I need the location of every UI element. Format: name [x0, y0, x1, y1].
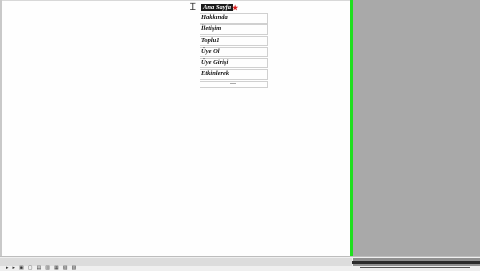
menu-item-home[interactable]: Ana Sayfa ★ — [200, 4, 268, 12]
tool-icon[interactable]: ▧ — [63, 266, 68, 271]
canvas-top-rule — [2, 0, 350, 1]
menu-item-register[interactable]: Üye Ol — [200, 46, 268, 58]
text-cursor-icon: Ɪ — [190, 2, 196, 13]
design-canvas[interactable] — [0, 0, 350, 256]
status-divider — [360, 267, 470, 268]
menu-item-login[interactable]: Üye Girişi — [200, 57, 268, 69]
menu-item-label: Etkinlerek — [201, 70, 230, 78]
menu-item-toplu[interactable]: Toplu1 — [200, 35, 268, 46]
menu-item-label: İletişim — [201, 25, 222, 33]
tool-icon[interactable]: ▸ — [13, 266, 16, 271]
tool-icon[interactable]: ▣ — [19, 266, 24, 271]
menu-item-label: Üye Ol — [201, 47, 220, 55]
menu-footer-mark — [230, 82, 236, 84]
tool-icon[interactable]: ▦ — [54, 266, 59, 271]
menu-item-label: Ana Sayfa — [201, 4, 233, 11]
menu-item-contact[interactable]: İletişim — [200, 24, 268, 35]
menu-footer-row — [200, 80, 268, 88]
status-scrollbar[interactable] — [352, 261, 480, 264]
menu-item-events[interactable]: Etkinlerek — [200, 69, 268, 80]
status-track — [0, 258, 352, 266]
canvas-left-border — [0, 0, 2, 256]
menu-item-about[interactable]: Hakkında — [200, 13, 268, 24]
tool-icon[interactable]: ▸ — [6, 266, 9, 271]
tool-icon[interactable]: ▢ — [28, 266, 33, 271]
bottom-toolbar: ▸ ▸ ▣ ▢ ▤ ▥ ▦ ▧ ▨ — [6, 266, 76, 271]
star-icon: ★ — [232, 4, 239, 12]
menu-item-label: Toplu1 — [201, 36, 220, 44]
menu-item-label: Hakkında — [201, 14, 228, 22]
tool-icon[interactable]: ▥ — [45, 266, 50, 271]
nav-menu: Ana Sayfa ★ Hakkında İletişim Toplu1 Üye… — [200, 4, 268, 88]
side-panel — [353, 0, 480, 256]
status-bar: ▸ ▸ ▣ ▢ ▤ ▥ ▦ ▧ ▨ — [0, 256, 480, 271]
menu-item-label: Üye Girişi — [201, 58, 229, 66]
tool-icon[interactable]: ▨ — [71, 266, 76, 271]
tool-icon[interactable]: ▤ — [37, 266, 42, 271]
